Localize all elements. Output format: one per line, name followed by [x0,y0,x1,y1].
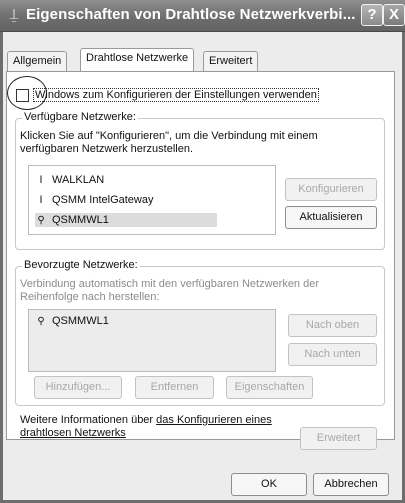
cancel-button[interactable]: Abbrechen [313,473,389,496]
move-up-button[interactable]: Nach oben [288,314,377,337]
title-bar[interactable]: ⍊ Eigenschaften von Drahtlose Netzwerkve… [0,0,405,32]
wireless-network-icon: ⚲ [37,214,45,226]
network-name: WALKLAN [52,174,105,186]
close-button[interactable]: X [383,4,405,26]
move-down-button[interactable]: Nach unten [288,343,377,366]
highlight-circle [7,76,47,110]
available-networks-description: Klicken Sie auf "Konfigurieren", um die … [20,130,318,155]
available-networks-legend: Verfügbare Netzwerke: [22,111,138,123]
help-icon: ? [367,6,377,23]
network-name: QSMM IntelGateway [52,194,154,206]
help-button[interactable]: ? [361,4,383,26]
remove-button[interactable]: Entfernen [135,376,214,399]
network-name: QSMMWL1 [52,214,109,226]
add-button[interactable]: Hinzufügen... [34,376,122,399]
list-item[interactable]: Ⅰ WALKLAN [35,173,105,187]
properties-button[interactable]: Eigenschaften [226,376,313,399]
tab-wireless-networks[interactable]: Drahtlose Netzwerke [80,48,195,71]
list-item[interactable]: ⚲ QSMMWL1 [35,314,109,328]
antenna-icon: Ⅰ [39,194,43,206]
tab-advanced[interactable]: Erweitert [203,51,259,71]
ok-button[interactable]: OK [231,473,307,496]
info-prefix: Weitere Informationen über [20,414,154,426]
list-item-selected[interactable]: ⚲ QSMMWL1 [35,213,217,227]
wireless-network-icon: ⚲ [37,315,45,327]
list-item[interactable]: Ⅰ QSMM IntelGateway [35,193,154,207]
network-connection-icon: ⍊ [9,6,19,23]
configure-button[interactable]: Konfigurieren [285,178,377,201]
windows-config-checkbox-row[interactable]: Windows zum Konfigurieren der Einstellun… [16,88,319,102]
preferred-networks-list[interactable]: ⚲ QSMMWL1 [28,309,276,372]
advanced-button[interactable]: Erweitert [300,427,377,450]
window-title: Eigenschaften von Drahtlose Netzwerkverb… [26,6,356,23]
windows-config-label[interactable]: Windows zum Konfigurieren der Einstellun… [33,88,319,102]
available-networks-list[interactable]: Ⅰ WALKLAN Ⅰ QSMM IntelGateway ⚲ QSMMWL1 [28,165,276,235]
preferred-networks-legend: Bevorzugte Netzwerke: [22,259,140,271]
close-icon: X [388,6,399,23]
antenna-icon: Ⅰ [39,174,43,186]
refresh-button[interactable]: Aktualisieren [285,206,377,229]
tab-general[interactable]: Allgemein [7,51,68,71]
preferred-networks-description: Verbindung automatisch mit den verfügbar… [20,278,320,303]
network-name: QSMMWL1 [52,315,109,327]
info-text: Weitere Informationen über das Konfiguri… [20,414,280,440]
